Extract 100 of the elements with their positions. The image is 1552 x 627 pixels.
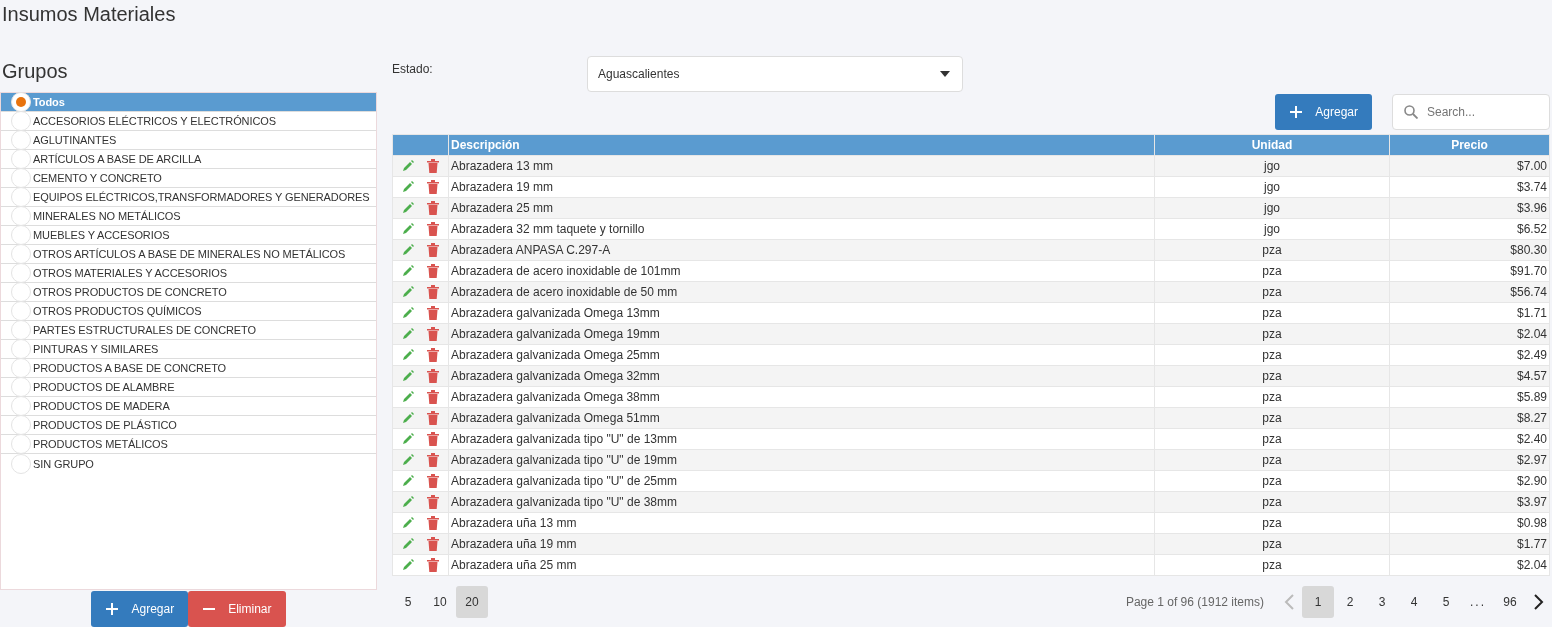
radio-button[interactable] [11,282,31,302]
group-item[interactable]: MINERALES NO METÁLICOS [1,207,376,226]
table-cell: $2.49 [1389,344,1550,366]
trash-icon[interactable] [427,348,439,362]
pencil-icon[interactable] [401,558,415,572]
pencil-icon[interactable] [401,327,415,341]
group-item[interactable]: PRODUCTOS DE PLÁSTICO [1,416,376,435]
group-item[interactable]: OTROS MATERIALES Y ACCESORIOS [1,264,376,283]
group-item[interactable]: MUEBLES Y ACCESORIOS [1,226,376,245]
pencil-icon[interactable] [401,474,415,488]
trash-icon[interactable] [427,453,439,467]
add-button[interactable]: Agregar [1275,94,1372,130]
trash-icon[interactable] [427,180,439,194]
table-cell: Abrazadera de acero inoxidable de 50 mm [448,281,1155,303]
table-cell: $5.89 [1389,386,1550,408]
pencil-icon[interactable] [401,180,415,194]
page-number[interactable]: 1 [1302,586,1334,618]
radio-button[interactable] [11,92,31,112]
group-item[interactable]: PARTES ESTRUCTURALES DE CONCRETO [1,321,376,340]
pencil-icon[interactable] [401,285,415,299]
plus-icon [105,602,120,616]
trash-icon[interactable] [427,369,439,383]
radio-button[interactable] [11,111,31,131]
pencil-icon[interactable] [401,159,415,173]
pencil-icon[interactable] [401,495,415,509]
trash-icon[interactable] [427,390,439,404]
radio-button[interactable] [11,206,31,226]
trash-icon[interactable] [427,327,439,341]
pencil-icon[interactable] [401,369,415,383]
radio-button[interactable] [11,358,31,378]
delete-button[interactable]: Eliminar [188,591,286,627]
group-item[interactable]: OTROS PRODUCTOS QUÍMICOS [1,302,376,321]
radio-button[interactable] [11,415,31,435]
trash-icon[interactable] [427,222,439,236]
page-number[interactable]: 5 [1430,586,1462,618]
pencil-icon[interactable] [401,201,415,215]
radio-button[interactable] [11,244,31,264]
group-item[interactable]: EQUIPOS ELÉCTRICOS,TRANSFORMADORES Y GENERADORES [1,188,376,207]
pencil-icon[interactable] [401,453,415,467]
trash-icon[interactable] [427,201,439,215]
trash-icon[interactable] [427,264,439,278]
trash-icon[interactable] [427,537,439,551]
page-number[interactable]: 4 [1398,586,1430,618]
group-item[interactable]: AGLUTINANTES [1,131,376,150]
pencil-icon[interactable] [401,306,415,320]
radio-button[interactable] [11,434,31,454]
add-button[interactable]: Agregar [91,591,189,627]
trash-icon[interactable] [427,558,439,572]
trash-icon[interactable] [427,159,439,173]
radio-button[interactable] [11,149,31,169]
group-item[interactable]: OTROS PRODUCTOS DE CONCRETO [1,283,376,302]
group-item[interactable]: SIN GRUPO [1,454,376,473]
trash-icon[interactable] [427,516,439,530]
radio-button[interactable] [11,453,31,474]
radio-button[interactable] [11,263,31,283]
radio-button[interactable] [11,187,31,207]
trash-icon[interactable] [427,306,439,320]
pencil-icon[interactable] [401,432,415,446]
group-item[interactable]: PRODUCTOS DE MADERA [1,397,376,416]
group-item[interactable]: CEMENTO Y CONCRETO [1,169,376,188]
group-item[interactable]: PRODUCTOS METÁLICOS [1,435,376,454]
pencil-icon[interactable] [401,537,415,551]
radio-button[interactable] [11,396,31,416]
trash-icon[interactable] [427,411,439,425]
radio-button[interactable] [11,320,31,340]
trash-icon[interactable] [427,285,439,299]
radio-button[interactable] [11,377,31,397]
group-item[interactable]: ACCESORIOS ELÉCTRICOS Y ELECTRÓNICOS [1,112,376,131]
page-number[interactable]: 3 [1366,586,1398,618]
pencil-icon[interactable] [401,264,415,278]
pencil-icon[interactable] [401,243,415,257]
radio-button[interactable] [11,225,31,245]
table-cell: Abrazadera 25 mm [448,197,1155,219]
group-item[interactable]: PRODUCTOS A BASE DE CONCRETO [1,359,376,378]
group-item[interactable]: PRODUCTOS DE ALAMBRE [1,378,376,397]
radio-button[interactable] [11,339,31,359]
group-item[interactable]: PINTURAS Y SIMILARES [1,340,376,359]
pencil-icon[interactable] [401,348,415,362]
search-field[interactable]: Search... [1392,94,1550,130]
radio-button[interactable] [11,130,31,150]
group-item[interactable]: ARTÍCULOS A BASE DE ARCILLA [1,150,376,169]
page-size-option[interactable]: 20 [456,586,488,618]
page-size-option[interactable]: 10 [424,586,456,618]
page-number[interactable]: 96 [1494,586,1526,618]
page-size-option[interactable]: 5 [392,586,424,618]
pencil-icon[interactable] [401,516,415,530]
radio-button[interactable] [11,168,31,188]
state-dropdown[interactable]: Aguascalientes [587,56,963,92]
table-cell: $1.71 [1389,302,1550,324]
radio-button[interactable] [11,301,31,321]
group-item[interactable]: OTROS ARTÍCULOS A BASE DE MINERALES NO METÁLICOS [1,245,376,264]
page-info: Page 1 of 96 (1912 items) [1125,595,1264,609]
pencil-icon[interactable] [401,390,415,404]
pencil-icon[interactable] [401,222,415,236]
trash-icon[interactable] [427,495,439,509]
trash-icon[interactable] [427,474,439,488]
pencil-icon[interactable] [401,411,415,425]
page-number[interactable]: 2 [1334,586,1366,618]
trash-icon[interactable] [427,243,439,257]
trash-icon[interactable] [427,432,439,446]
